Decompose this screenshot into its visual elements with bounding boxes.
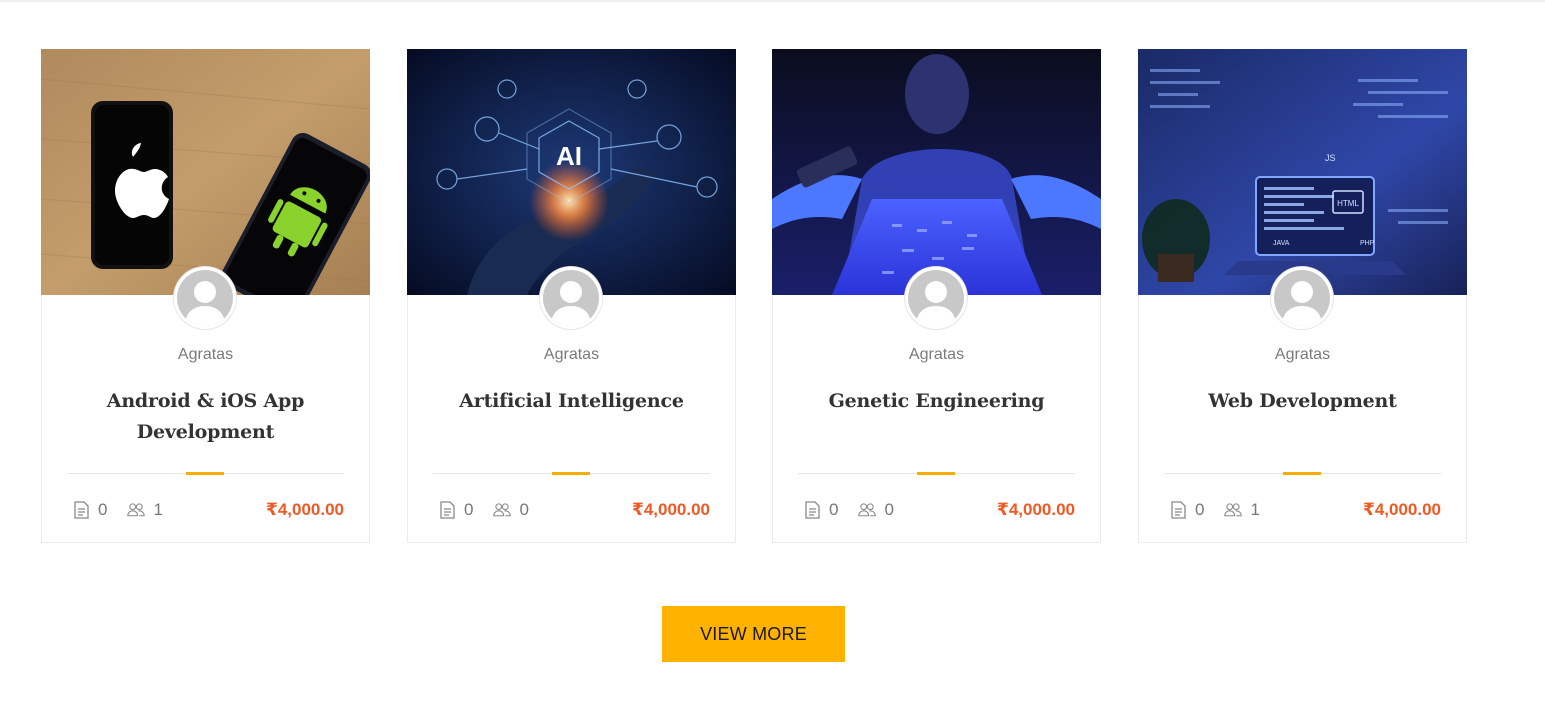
document-icon — [438, 500, 456, 520]
document-icon — [803, 500, 821, 520]
author-avatar[interactable] — [1271, 267, 1333, 329]
svg-text:AI: AI — [556, 141, 582, 171]
top-divider — [0, 0, 1545, 2]
card-divider-accent — [917, 472, 955, 475]
user-avatar-icon — [1274, 270, 1330, 326]
svg-text:PHP: PHP — [1360, 240, 1375, 247]
course-thumbnail[interactable]: HTML JS PHP JAVA — [1138, 49, 1467, 295]
students-count: 1 — [1250, 500, 1260, 519]
students-count: 1 — [153, 500, 163, 519]
students-count: 0 — [519, 500, 529, 519]
course-price: ₹4,000.00 — [996, 500, 1075, 519]
users-icon — [1224, 500, 1243, 520]
course-meta: 0 0 — [438, 499, 549, 521]
svg-text:JS: JS — [1325, 153, 1336, 163]
artificial-intelligence-image: AI — [407, 49, 736, 295]
course-meta: 0 1 — [1169, 499, 1280, 521]
lessons-count: 0 — [1195, 500, 1205, 519]
course-card[interactable]: Agratas Genetic Engineering 0 0 ₹4,000.0… — [772, 49, 1101, 543]
course-price: ₹4,000.00 — [1362, 500, 1441, 519]
genetic-engineering-image — [772, 49, 1101, 295]
course-meta: 0 1 — [72, 499, 183, 521]
course-title[interactable]: Artificial Intelligence — [438, 386, 705, 417]
users-icon — [858, 500, 877, 520]
lessons-count: 0 — [98, 500, 108, 519]
web-development-image: HTML JS PHP JAVA — [1138, 49, 1467, 295]
author-avatar[interactable] — [905, 267, 967, 329]
students-count: 0 — [884, 500, 894, 519]
course-title[interactable]: Genetic Engineering — [803, 386, 1070, 417]
course-price: ₹4,000.00 — [265, 500, 344, 519]
users-icon — [127, 500, 146, 520]
course-title[interactable]: Web Development — [1169, 386, 1436, 417]
card-divider-accent — [1283, 472, 1321, 475]
course-thumbnail[interactable] — [41, 49, 370, 295]
course-author[interactable]: Agratas — [42, 346, 369, 364]
course-author[interactable]: Agratas — [1139, 346, 1466, 364]
user-avatar-icon — [543, 270, 599, 326]
svg-text:HTML: HTML — [1337, 199, 1359, 208]
lessons-count: 0 — [464, 500, 474, 519]
course-price: ₹4,000.00 — [631, 500, 710, 519]
course-meta: 0 0 — [803, 499, 914, 521]
author-avatar[interactable] — [540, 267, 602, 329]
course-thumbnail[interactable] — [772, 49, 1101, 295]
user-avatar-icon — [177, 270, 233, 326]
svg-text:JAVA: JAVA — [1273, 240, 1290, 247]
course-author[interactable]: Agratas — [408, 346, 735, 364]
android-ios-phones-image — [41, 49, 370, 295]
course-thumbnail[interactable]: AI — [407, 49, 736, 295]
course-card[interactable]: AI Agratas Artificial Intelligence 0 0 ₹… — [407, 49, 736, 543]
course-card[interactable]: Agratas Android & iOS App Development 0 … — [41, 49, 370, 543]
view-more-button[interactable]: VIEW MORE — [662, 606, 845, 662]
lessons-count: 0 — [829, 500, 839, 519]
users-icon — [493, 500, 512, 520]
card-divider-accent — [552, 472, 590, 475]
course-title[interactable]: Android & iOS App Development — [72, 386, 339, 448]
author-avatar[interactable] — [174, 267, 236, 329]
course-author[interactable]: Agratas — [773, 346, 1100, 364]
course-card[interactable]: HTML JS PHP JAVA Agratas Web Development… — [1138, 49, 1467, 543]
document-icon — [1169, 500, 1187, 520]
document-icon — [72, 500, 90, 520]
user-avatar-icon — [908, 270, 964, 326]
card-divider-accent — [186, 472, 224, 475]
